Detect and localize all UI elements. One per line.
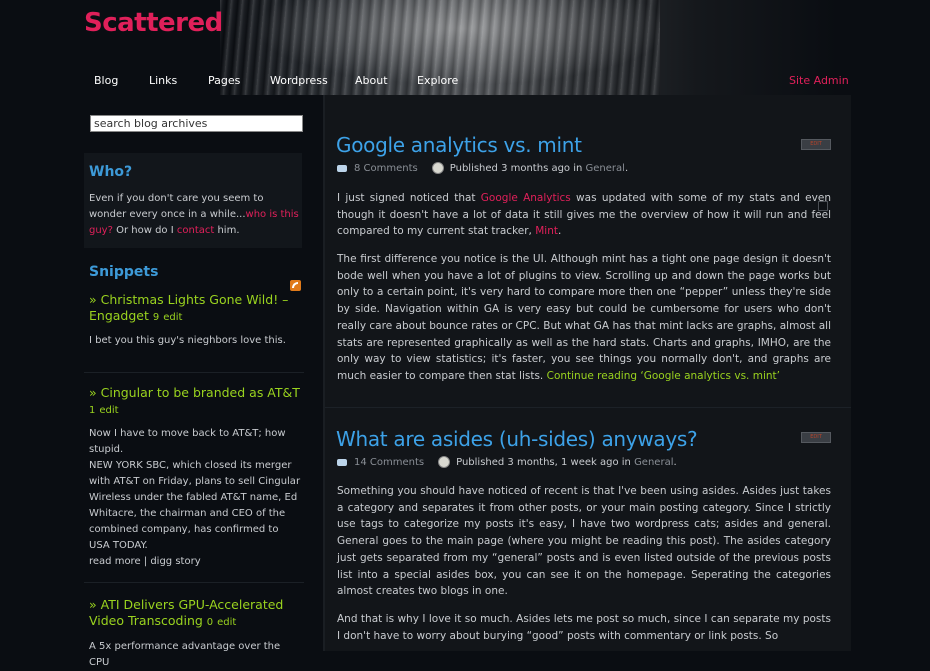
mint-link[interactable]: Mint [535, 225, 558, 237]
snippet-title-text[interactable]: ATI Delivers GPU-Accelerated Video Trans… [89, 597, 283, 628]
post-category-link[interactable]: General [586, 163, 625, 174]
meta-period: . [624, 163, 629, 174]
snippet-edit-link[interactable]: edit [99, 405, 118, 416]
post-published: Published 3 months ago in [449, 163, 586, 174]
site-title[interactable]: Scattered [84, 8, 223, 38]
site-admin-link[interactable]: Site Admin [789, 74, 849, 87]
snippet-divider [84, 372, 304, 373]
snippet-edit-link[interactable]: edit [217, 617, 236, 628]
snippet-body: I bet you this guy's nieghbors love this… [89, 335, 286, 346]
main-content: Google analytics vs. mint EDIT 8 Comment… [323, 95, 851, 651]
snippet-edit-link[interactable]: edit [163, 312, 182, 323]
post-edit-button[interactable]: EDIT [801, 432, 831, 443]
snippet-body: Now I have to move back to AT&T; how stu… [89, 428, 301, 567]
post-separator [325, 407, 851, 408]
snippet-title-text[interactable]: Christmas Lights Gone Wild! – Engadget [89, 292, 288, 323]
post-paragraph: And that is why I love it so much. Aside… [337, 613, 831, 642]
snippets-heading: Snippets [89, 264, 159, 280]
nav-wordpress[interactable]: Wordpress [270, 74, 328, 87]
snippet-comment-count[interactable]: 0 [207, 617, 213, 628]
comment-bubble-icon [337, 458, 347, 466]
nav-links[interactable]: Links [149, 74, 177, 87]
snippet-title[interactable]: » Cingular to be branded as AT&T 1 edit [89, 385, 301, 419]
who-text-part: Even if you don't care you seem to wonde… [89, 193, 264, 220]
post-text: . [557, 225, 562, 238]
who-box: Who? Even if you don't care you seem to … [84, 153, 302, 248]
who-text-part: him. [214, 225, 240, 236]
nav-blog[interactable]: Blog [94, 74, 118, 87]
post-meta: 14 Comments Published 3 months, 1 week ag… [337, 456, 677, 468]
snippet-comment-count[interactable]: 1 [89, 405, 95, 416]
snippet-title-text[interactable]: Cingular to be branded as AT&T [101, 385, 300, 400]
post-comments-link[interactable]: 14 Comments [354, 457, 424, 468]
header: Scattered Blog Links Pages Wordpress Abo… [0, 0, 930, 95]
who-text-part: Or how do I [112, 225, 177, 236]
post-comments-link[interactable]: 8 Comments [354, 163, 418, 174]
comment-bubble-icon [337, 164, 347, 172]
google-analytics-link[interactable]: Google Analytics [481, 192, 571, 204]
contact-link[interactable]: contact [177, 225, 214, 236]
post-paragraph: I just signed noticed that Google Analyt… [337, 190, 831, 240]
post-meta: 8 Comments Published 3 months ago in Gene… [337, 162, 628, 174]
post-published: Published 3 months, 1 week ago in [456, 457, 635, 468]
nav-explore[interactable]: Explore [417, 74, 458, 87]
snippet-comment-count[interactable]: 9 [153, 312, 159, 323]
who-text: Even if you don't care you seem to wonde… [89, 191, 301, 239]
continue-reading-link[interactable]: Continue reading ‘Google analytics vs. m… [547, 370, 780, 382]
post-image-placeholder [818, 201, 828, 211]
post-category-link[interactable]: General [634, 457, 673, 468]
meta-period: . [673, 457, 677, 468]
post-edit-button[interactable]: EDIT [801, 139, 831, 150]
clock-icon [438, 456, 451, 468]
rss-feed-icon[interactable] [290, 280, 301, 291]
nav-about[interactable]: About [355, 74, 388, 87]
post-text: I just signed noticed that [337, 192, 481, 204]
who-heading: Who? [89, 164, 133, 180]
snippet-body: A 5x performance advantage over the CPU [89, 641, 281, 668]
main-nav: Blog Links Pages Wordpress About Explore… [0, 74, 930, 92]
clock-icon [431, 162, 444, 174]
post-text: The first difference you notice is the U… [337, 253, 831, 382]
snippet-divider [84, 582, 304, 583]
nav-pages[interactable]: Pages [208, 74, 240, 87]
post-title[interactable]: Google analytics vs. mint [336, 133, 582, 157]
search-input[interactable] [90, 115, 303, 132]
snippet-title[interactable]: » Christmas Lights Gone Wild! – Engadget… [89, 292, 301, 326]
post-paragraph: The first difference you notice is the U… [337, 251, 831, 385]
post-paragraph: Something you should have noticed of rec… [337, 485, 831, 598]
post-title[interactable]: What are asides (uh-sides) anyways? [336, 427, 698, 451]
snippet-title[interactable]: » ATI Delivers GPU-Accelerated Video Tra… [89, 597, 301, 631]
